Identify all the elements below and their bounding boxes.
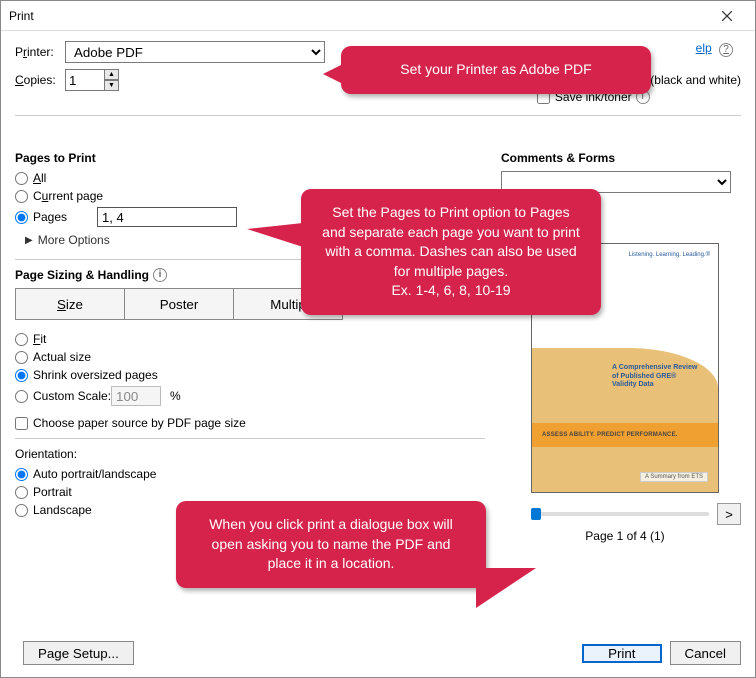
chevron-right-icon: ▶ [25, 235, 33, 246]
poster-button[interactable]: Poster [124, 288, 234, 320]
radio-pages-label: Pages [33, 210, 67, 224]
page-setup-button[interactable]: Page Setup... [23, 641, 134, 665]
radio-custom[interactable] [15, 390, 28, 403]
orientation-heading: Orientation: [15, 447, 485, 461]
close-button[interactable] [707, 2, 747, 30]
print-dialog: Print elp ? Printer: Adobe PDF Copies: ▲… [0, 0, 756, 678]
preview-summary: A Summary from ETS [640, 472, 708, 482]
radio-landscape[interactable] [15, 504, 28, 517]
printer-label: Printer: [15, 45, 65, 59]
radio-actual-label: Actual size [33, 350, 91, 364]
divider [15, 438, 485, 439]
radio-auto-orient[interactable] [15, 468, 28, 481]
radio-current[interactable] [15, 190, 28, 203]
copies-input[interactable] [65, 69, 105, 91]
more-options-label: More Options [38, 233, 110, 247]
preview-page-info: Page 1 of 4 (1) [531, 529, 719, 543]
preview-title: A Comprehensive Review of Published GRE®… [612, 364, 708, 389]
radio-all-label: All [33, 171, 46, 185]
help-link[interactable]: elp ? [696, 41, 733, 57]
comments-heading: Comments & Forms [501, 151, 741, 165]
info-icon: i [153, 268, 167, 282]
titlebar: Print [1, 1, 755, 31]
radio-landscape-label: Landscape [33, 503, 92, 517]
radio-current-label: Current page [33, 189, 103, 203]
copies-spinner[interactable]: ▲ ▼ [104, 69, 119, 91]
radio-portrait[interactable] [15, 486, 28, 499]
radio-shrink-label: Shrink oversized pages [33, 368, 158, 382]
preview-slider[interactable] [531, 512, 709, 516]
radio-auto-label: Auto portrait/landscape [33, 467, 156, 481]
radio-fit-label: Fit [33, 332, 46, 346]
copies-label: Copies: [15, 73, 65, 87]
annotation-callout-3: When you click print a dialogue box will… [176, 501, 486, 588]
cancel-button[interactable]: Cancel [670, 641, 742, 665]
radio-shrink[interactable] [15, 369, 28, 382]
preview-subtitle: ASSESS ABILITY. PREDICT PERFORMANCE. [532, 423, 718, 448]
choose-paper-checkbox[interactable] [15, 417, 28, 430]
size-button[interactable]: Size [15, 288, 125, 320]
window-title: Print [9, 9, 707, 23]
divider [15, 115, 741, 116]
close-icon [722, 11, 732, 21]
radio-all[interactable] [15, 172, 28, 185]
printer-select[interactable]: Adobe PDF [65, 41, 325, 63]
radio-pages[interactable] [15, 211, 28, 224]
pages-input[interactable] [97, 207, 237, 227]
sizing-heading: Page Sizing & Handling [15, 268, 149, 282]
radio-portrait-label: Portrait [33, 485, 72, 499]
copies-up[interactable]: ▲ [104, 69, 119, 80]
help-icon: ? [719, 43, 733, 57]
pages-to-print-heading: Pages to Print [15, 151, 485, 165]
print-button[interactable]: Print [582, 644, 661, 663]
choose-paper-label: Choose paper source by PDF page size [33, 416, 246, 430]
preview-tagline: Listening. Learning. Leading.® [629, 252, 710, 258]
slider-thumb[interactable] [531, 508, 541, 520]
preview-next-button[interactable]: > [717, 503, 741, 525]
radio-actual[interactable] [15, 351, 28, 364]
copies-down[interactable]: ▼ [104, 80, 119, 91]
radio-custom-label: Custom Scale: [33, 389, 111, 403]
custom-scale-input [111, 386, 161, 406]
annotation-callout-1: Set your Printer as Adobe PDF [341, 46, 651, 94]
annotation-callout-2: Set the Pages to Print option to Pages a… [301, 189, 601, 315]
percent-label: % [170, 389, 181, 403]
radio-fit[interactable] [15, 333, 28, 346]
